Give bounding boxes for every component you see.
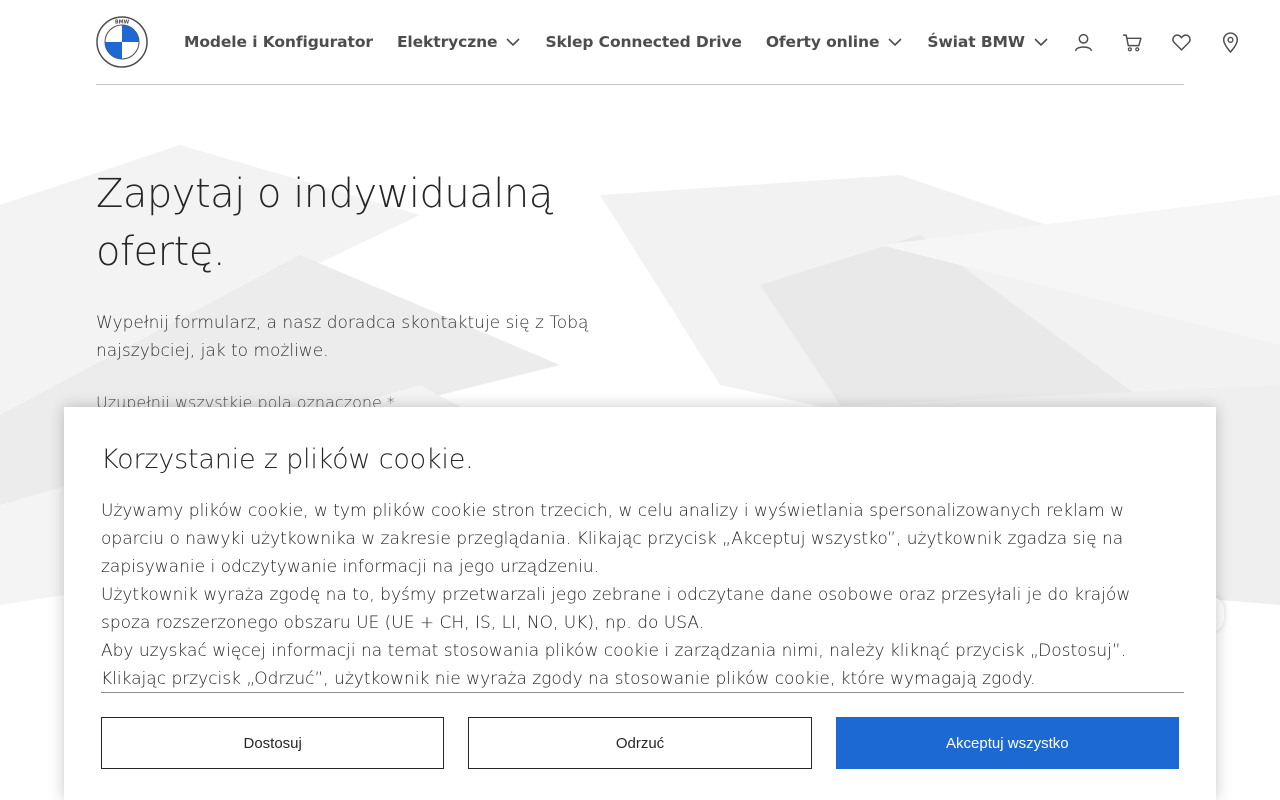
cookie-consent-dialog: Korzystanie z plików cookie. Używamy pli… [64,407,1216,800]
main-navigation: Modele i Konfigurator Elektryczne Sklep … [184,0,1073,84]
chevron-down-icon [888,38,902,47]
nav-item-bmw-world[interactable]: Świat BMW [927,33,1049,51]
nav-item-connected-drive-shop[interactable]: Sklep Connected Drive [545,33,741,51]
svg-text:BMW: BMW [115,20,130,26]
reject-button[interactable]: Odrzuć [468,717,812,769]
user-icon[interactable] [1073,32,1094,53]
accept-all-button[interactable]: Akceptuj wszystko [835,717,1179,769]
utility-icons [1073,31,1257,53]
nav-item-label: Sklep Connected Drive [545,33,742,51]
cookie-dialog-title: Korzystanie z plików cookie. [101,444,474,475]
cookie-button-row: Dostosuj Odrzuć Akceptuj wszystko [101,717,1179,769]
nav-item-label: Elektryczne [396,33,498,51]
site-header: BMW Modele i Konfigurator Elektryczne Sk… [96,0,1238,85]
cookie-dialog-text[interactable]: Używamy plików cookie, w tym plików cook… [101,497,1184,693]
nav-item-electric[interactable]: Elektryczne [397,33,522,51]
bmw-logo[interactable]: BMW [96,16,148,68]
nav-item-label: Świat BMW [927,33,1025,51]
cookie-paragraph-3: Aby uzyskać więcej informacji na temat s… [101,641,1127,689]
location-pin-icon[interactable] [1220,31,1241,53]
page-title: Zapytaj o indywidualną ofertę. [96,165,656,281]
chevron-down-icon [1034,38,1048,47]
nav-item-label: Modele i Konfigurator [184,33,373,51]
nav-item-online-offers[interactable]: Oferty online [766,33,904,51]
customize-button[interactable]: Dostosuj [101,717,445,769]
nav-item-models[interactable]: Modele i Konfigurator [184,33,373,51]
chevron-down-icon [506,38,521,47]
page-title-line-2: ofertę. [96,229,226,275]
heart-icon[interactable] [1171,32,1192,53]
cookie-paragraph-1: Używamy plików cookie, w tym plików cook… [101,501,1124,577]
hero-lead-text: Wypełnij formularz, a nasz doradca skont… [96,313,589,361]
cart-icon[interactable] [1122,32,1143,53]
cookie-paragraph-2: Użytkownik wyraża zgodę na to, byśmy prz… [101,585,1131,633]
nav-item-label: Oferty online [765,33,880,51]
hero-section: Zapytaj o indywidualną ofertę. Wypełnij … [96,165,656,412]
page-title-line-1: Zapytaj o indywidualną [96,171,553,217]
